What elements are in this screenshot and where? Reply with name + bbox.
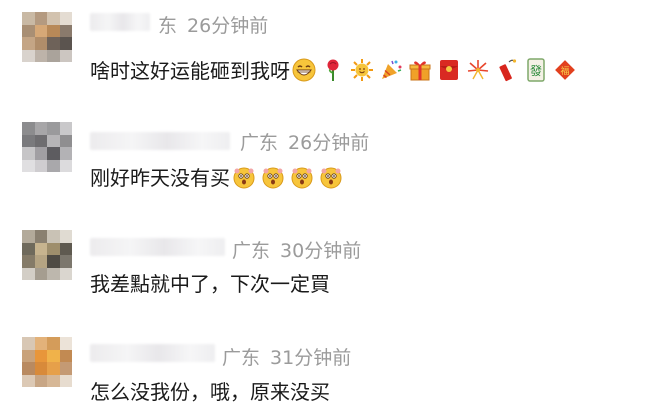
comment-meta: 广东 30分钟前 xyxy=(232,236,371,263)
location: 广东 xyxy=(222,347,261,369)
comment-text: 刚好昨天没有买 xyxy=(90,162,348,191)
sun-icon xyxy=(350,58,374,82)
gift-icon xyxy=(408,58,432,82)
comment-body: 我差點就中了，下次一定買 xyxy=(90,272,330,296)
comment-meta: 东 26分钟前 xyxy=(158,11,278,38)
mahjong-fa-icon: 發 xyxy=(524,57,548,82)
svg-text:福: 福 xyxy=(560,65,569,77)
comment-text: 怎么没我份，哦，原来没买 xyxy=(90,376,330,405)
party-popper-icon xyxy=(379,58,403,82)
grin-icon xyxy=(292,58,316,82)
avatar[interactable] xyxy=(22,337,72,387)
username-blurred[interactable] xyxy=(90,132,230,150)
comment-meta: 广东 31分钟前 xyxy=(222,343,361,370)
avatar[interactable] xyxy=(22,122,72,172)
timestamp: 31分钟前 xyxy=(270,347,352,369)
location: 广东 xyxy=(232,240,271,262)
avatar[interactable] xyxy=(22,230,72,280)
fireworks-icon xyxy=(466,58,490,82)
emoji-row: 發 福 xyxy=(292,57,582,82)
username-blurred[interactable] xyxy=(90,344,215,362)
comment-text: 我差點就中了，下次一定買 xyxy=(90,268,330,297)
location: 东 xyxy=(158,15,178,37)
comment-body: 怎么没我份，哦，原来没买 xyxy=(90,380,330,404)
rose-icon xyxy=(321,58,345,82)
shocked-face-icon xyxy=(261,165,285,189)
comment-body: 刚好昨天没有买 xyxy=(90,166,230,190)
firecracker-icon xyxy=(495,58,519,82)
timestamp: 26分钟前 xyxy=(187,15,269,37)
shocked-face-icon xyxy=(232,165,256,189)
svg-text:發: 發 xyxy=(530,63,542,78)
fortune-diamond-icon: 福 xyxy=(553,58,577,82)
red-envelope-icon xyxy=(437,58,461,82)
avatar[interactable] xyxy=(22,12,72,62)
username-blurred[interactable] xyxy=(90,238,225,256)
location: 广东 xyxy=(240,132,279,154)
timestamp: 26分钟前 xyxy=(288,132,370,154)
timestamp: 30分钟前 xyxy=(280,240,362,262)
shocked-face-icon xyxy=(319,165,343,189)
comment-meta: 广东 26分钟前 xyxy=(240,128,379,155)
comment-text: 啥时这好运能砸到我呀 發 福 xyxy=(90,55,582,84)
comment-body: 啥时这好运能砸到我呀 xyxy=(90,59,290,83)
emoji-row xyxy=(232,165,348,189)
shocked-face-icon xyxy=(290,165,314,189)
username-blurred[interactable] xyxy=(90,13,150,31)
